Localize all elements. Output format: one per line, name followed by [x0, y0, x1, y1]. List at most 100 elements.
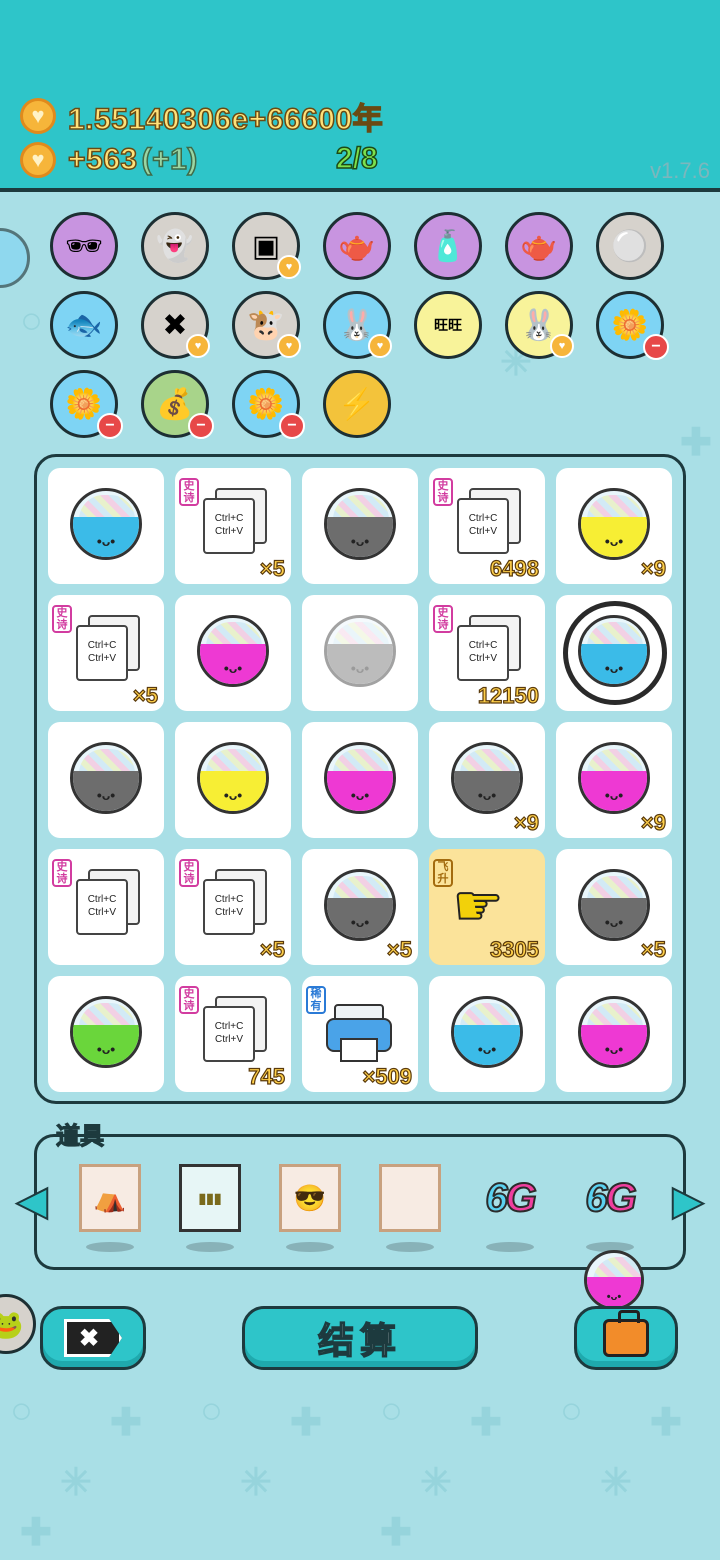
- cow-pair-icon[interactable]: 🐮 ♥: [232, 291, 301, 359]
- grid-cell[interactable]: •ᴗ•: [556, 595, 672, 711]
- grid-cell[interactable]: •ᴗ•: [556, 976, 672, 1092]
- grid-cell[interactable]: •ᴗ• ×5: [556, 849, 672, 965]
- egg-tray-icon[interactable]: ⚪: [596, 212, 664, 280]
- card-line: Ctrl+C: [468, 640, 498, 651]
- tool-6g-b[interactable]: 6G: [576, 1160, 644, 1236]
- grid-cell[interactable]: 飞升 ☛ 3305: [429, 849, 545, 965]
- frog-avatar-icon[interactable]: 🐸: [0, 1294, 36, 1354]
- grid-cell[interactable]: •ᴗ• ×9: [429, 722, 545, 838]
- fish-bowl-icon[interactable]: 🐟: [50, 291, 118, 359]
- minus-badge-icon: −: [279, 413, 305, 439]
- money-bag-icon[interactable]: 💰 −: [141, 370, 214, 439]
- tool-6g-a[interactable]: 6G: [476, 1160, 544, 1236]
- grid-cell[interactable]: 史诗 Ctrl+C Ctrl+V ×5: [48, 595, 164, 711]
- grid-cell[interactable]: 史诗 Ctrl+C Ctrl+V 6498: [429, 468, 545, 584]
- card-line: Ctrl+V: [468, 526, 498, 537]
- rate-value: +563: [67, 142, 138, 177]
- rarity-tag: 稀有: [306, 986, 326, 1014]
- card-line: Ctrl+C: [87, 894, 117, 905]
- item-count: ×9: [640, 555, 666, 581]
- item-count: 3305: [489, 936, 539, 962]
- capsule-bowl-icon: •ᴗ•: [324, 615, 396, 687]
- wang-tiles-icon[interactable]: 旺旺: [414, 291, 482, 359]
- tool-face-frame[interactable]: 😎: [276, 1160, 344, 1236]
- rarity-tag: 史诗: [179, 986, 199, 1014]
- tofu-cubes-icon[interactable]: ▣ ♥: [232, 212, 301, 280]
- card-line: Ctrl+V: [87, 907, 117, 918]
- heart-badge-icon: ♥: [186, 334, 210, 358]
- item-count: ×9: [513, 809, 539, 835]
- grid-cell[interactable]: •ᴗ•: [48, 976, 164, 1092]
- tools-label: 道具: [55, 1122, 104, 1150]
- grid-cell[interactable]: 史诗 Ctrl+C Ctrl+V ×5: [175, 468, 291, 584]
- rabbit-icon[interactable]: 🐰 ♥: [323, 291, 392, 359]
- capsule-bowl-icon: •ᴗ•: [578, 488, 650, 560]
- close-tag-icon: ✖: [64, 1319, 122, 1357]
- floating-bowl-icon: •ᴗ•: [584, 1250, 644, 1310]
- grid-cell[interactable]: 史诗 Ctrl+C Ctrl+V 12150: [429, 595, 545, 711]
- rarity-tag: 史诗: [179, 478, 199, 506]
- flower-pot-icon[interactable]: 🌼 −: [50, 370, 123, 439]
- bg-pattern: ✚: [680, 422, 712, 464]
- bg-pattern: ○: [200, 1390, 223, 1432]
- tool-tent-frame[interactable]: ⛺: [76, 1160, 144, 1236]
- settle-label: 结算: [317, 1319, 402, 1362]
- settle-button[interactable]: 结算: [242, 1306, 478, 1370]
- gravy-boat-icon[interactable]: 🫖: [323, 212, 391, 280]
- item-count: ×5: [132, 682, 158, 708]
- capsule-bowl-icon: •ᴗ•: [451, 996, 523, 1068]
- grid-cell[interactable]: •ᴗ• ×5: [302, 849, 418, 965]
- grid-cell[interactable]: •ᴗ•: [302, 722, 418, 838]
- tool-shadow: [286, 1242, 334, 1252]
- discard-button[interactable]: ✖: [40, 1306, 146, 1370]
- tool-legend-cards[interactable]: ▮▮▮: [176, 1160, 244, 1236]
- grid-cell[interactable]: •ᴗ•: [175, 595, 291, 711]
- tag-icon[interactable]: ✖ ♥: [141, 291, 210, 359]
- copy-paste-card-icon: Ctrl+C Ctrl+V: [203, 869, 269, 945]
- briefcase-icon: [603, 1310, 649, 1357]
- grid-cell[interactable]: •ᴗ• ×9: [556, 722, 672, 838]
- grid-cell[interactable]: •ᴗ•: [429, 976, 545, 1092]
- item-count: 745: [248, 1063, 286, 1089]
- lightning-icon[interactable]: ⚡: [323, 370, 391, 438]
- side-timer-icon[interactable]: [0, 228, 30, 288]
- copy-paste-card-icon: Ctrl+C Ctrl+V: [203, 488, 269, 564]
- gravy-boat-icon[interactable]: 🫖: [505, 212, 573, 280]
- grid-cell[interactable]: 史诗 Ctrl+C Ctrl+V ×5: [175, 849, 291, 965]
- pet-with-glasses-icon[interactable]: 🕶: [50, 212, 118, 280]
- grid-cell[interactable]: •ᴗ•: [48, 722, 164, 838]
- grid-cell[interactable]: •ᴗ•: [175, 722, 291, 838]
- spray-bottle-icon[interactable]: 🧴: [414, 212, 482, 280]
- bag-button[interactable]: [574, 1306, 678, 1370]
- copy-paste-card-icon: Ctrl+C Ctrl+V: [203, 996, 269, 1072]
- flower-pot-icon[interactable]: 🌼 −: [232, 370, 305, 439]
- grid-cell[interactable]: 稀有 ×509: [302, 976, 418, 1092]
- grid-cell[interactable]: •ᴗ•: [48, 468, 164, 584]
- bg-pattern: ✚: [470, 1402, 502, 1444]
- tool-blank-frame[interactable]: [376, 1160, 444, 1236]
- item-count: ×5: [386, 936, 412, 962]
- rabbit-icon[interactable]: 🐰 ♥: [505, 291, 574, 359]
- bg-pattern: ○: [560, 1390, 583, 1432]
- grid-cell[interactable]: •ᴗ•: [302, 595, 418, 711]
- flower-pot-icon[interactable]: 🌼 −: [596, 291, 669, 360]
- capsule-bowl-icon: •ᴗ•: [451, 742, 523, 814]
- copy-paste-card-icon: Ctrl+C Ctrl+V: [76, 869, 142, 945]
- ghost-icon[interactable]: 👻: [141, 212, 209, 280]
- rarity-tag: 史诗: [433, 605, 453, 633]
- tools-next-arrow-icon[interactable]: ▶: [670, 1168, 706, 1234]
- card-line: Ctrl+V: [214, 907, 244, 918]
- capsule-bowl-icon: •ᴗ•: [197, 742, 269, 814]
- tools-prev-arrow-icon[interactable]: ◀: [14, 1168, 50, 1234]
- grid-cell[interactable]: 史诗 Ctrl+C Ctrl+V 745: [175, 976, 291, 1092]
- 6g-label: 6G: [584, 1175, 637, 1221]
- grid-cell[interactable]: •ᴗ•: [302, 468, 418, 584]
- grid-cell[interactable]: 史诗 Ctrl+C Ctrl+V: [48, 849, 164, 965]
- card-line: Ctrl+C: [214, 894, 244, 905]
- capsule-bowl-icon: •ᴗ•: [70, 996, 142, 1068]
- card-line: Ctrl+C: [214, 1021, 244, 1032]
- capsule-bowl-icon: •ᴗ•: [197, 615, 269, 687]
- grid-cell[interactable]: •ᴗ• ×9: [556, 468, 672, 584]
- rarity-tag: 史诗: [179, 859, 199, 887]
- heart-badge-icon: ♥: [277, 255, 301, 279]
